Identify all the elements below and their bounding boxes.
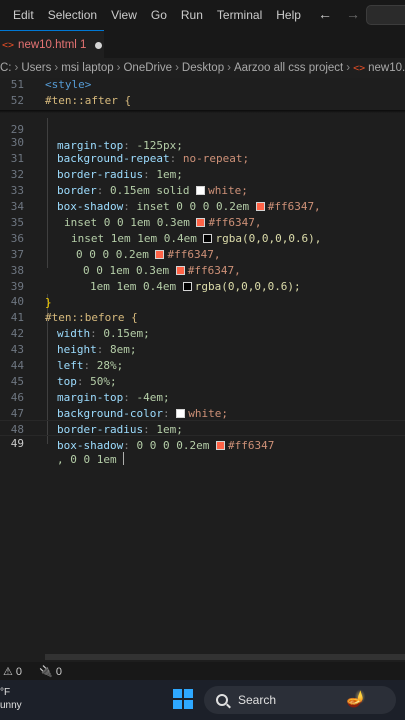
- code-line[interactable]: 40 #ten::before {: [0, 278, 405, 324]
- code-line[interactable]: 33 box-shadow: inset 0 0 0 0.2em #ff6347…: [0, 167, 405, 213]
- menu-help[interactable]: Help: [269, 8, 308, 22]
- status-bar: ⚠ 0 🔌 0: [0, 662, 405, 680]
- menu-view[interactable]: View: [104, 8, 144, 22]
- taskbar-search[interactable]: Search: [204, 686, 396, 714]
- search-icon: [216, 694, 228, 706]
- code-line[interactable]: 30 background-repeat: no-repeat;: [0, 119, 405, 165]
- chevron-right-icon: ›: [54, 62, 59, 74]
- tab-label: new10.html 1: [18, 39, 87, 51]
- breadcrumb-file[interactable]: new10.: [368, 62, 405, 74]
- arrow-left-icon[interactable]: ←: [318, 6, 332, 22]
- problems-status[interactable]: ⚠ 0: [3, 665, 22, 678]
- chevron-right-icon: ›: [14, 62, 19, 74]
- sticky-line-selector[interactable]: 52 #ten::after {: [0, 94, 405, 110]
- chevron-right-icon: ›: [175, 62, 179, 74]
- code-editor[interactable]: 51 <style> 52 #ten::after { 29 margin-to…: [0, 78, 405, 654]
- weather-widget[interactable]: °F unny: [0, 686, 22, 712]
- code-line[interactable]: 31 border-radius: 1em;: [0, 135, 405, 181]
- code-line[interactable]: 34 inset 0 0 1em 0.3em #ff6347,: [0, 183, 405, 229]
- windows-taskbar: °F unny Search 🪔: [0, 680, 405, 720]
- menu-bar: Edit Selection View Go Run Terminal Help…: [0, 0, 405, 30]
- code-line[interactable]: 41 width: 0.15em;: [0, 294, 405, 340]
- menu-terminal[interactable]: Terminal: [210, 8, 269, 22]
- horizontal-scrollbar[interactable]: [45, 654, 405, 660]
- text-cursor: [123, 452, 125, 465]
- menu-run[interactable]: Run: [174, 8, 210, 22]
- breadcrumb-users[interactable]: Users: [21, 62, 51, 74]
- sticky-code: <style>: [45, 78, 92, 91]
- ports-status[interactable]: 🔌 0: [39, 665, 62, 678]
- menu-go[interactable]: Go: [144, 8, 174, 22]
- code-line-current[interactable]: 49 , 0 0 1em: [0, 420, 405, 466]
- breadcrumb-onedrive[interactable]: OneDrive: [123, 62, 172, 74]
- menu-selection[interactable]: Selection: [41, 8, 104, 22]
- breadcrumb: C: › Users › msi laptop › OneDrive › Des…: [0, 58, 405, 78]
- html-file-icon: <>: [2, 39, 15, 51]
- sticky-shadow: [0, 110, 405, 113]
- code-line[interactable]: 37 0 0 1em 0.3em #ff6347,: [0, 231, 405, 277]
- sticky-line-style[interactable]: 51 <style>: [0, 78, 405, 94]
- arrow-right-icon[interactable]: →: [346, 6, 360, 22]
- breadcrumb-drive[interactable]: C:: [0, 62, 12, 74]
- chevron-right-icon: ›: [346, 62, 351, 74]
- diya-icon: 🪔: [346, 691, 366, 708]
- code-line[interactable]: 39 }: [0, 263, 405, 309]
- search-label: Search: [238, 693, 277, 707]
- code-line[interactable]: 32 border: 0.15em solid white;: [0, 151, 405, 197]
- color-swatch-tomato[interactable]: [215, 441, 225, 450]
- chevron-right-icon: ›: [227, 62, 231, 74]
- breadcrumb-user[interactable]: msi laptop: [61, 62, 113, 74]
- tab-new10-html[interactable]: <> new10.html 1: [0, 30, 104, 59]
- code-line[interactable]: 36 0 0 0 0.2em #ff6347,: [0, 215, 405, 261]
- unsaved-dot-icon[interactable]: [95, 41, 103, 49]
- code-line[interactable]: 45 margin-top: -4em;: [0, 358, 405, 404]
- windows-start-icon[interactable]: [173, 689, 193, 709]
- code-line[interactable]: 43 left: 28%;: [0, 326, 405, 372]
- breadcrumb-desktop[interactable]: Desktop: [182, 62, 224, 74]
- command-center-input[interactable]: [366, 5, 405, 25]
- code-line[interactable]: 46 background-color: white;: [0, 374, 405, 420]
- breadcrumb-project[interactable]: Aarzoo all css project: [234, 62, 343, 74]
- sticky-code: #ten::after {: [45, 94, 132, 107]
- tab-bar: <> new10.html 1: [0, 30, 405, 59]
- code-line[interactable]: 38 1em 1em 0.4em rgba(0,0,0,0.6);: [0, 247, 405, 293]
- code-line[interactable]: 42 height: 8em;: [0, 310, 405, 356]
- code-line[interactable]: 47 border-radius: 1em;: [0, 390, 405, 436]
- html-file-icon: <>: [353, 62, 366, 74]
- menu-edit[interactable]: Edit: [0, 8, 41, 22]
- navigation-arrows: ← →: [318, 6, 360, 22]
- code-line[interactable]: 35 inset 1em 1em 0.4em rgba(0,0,0,0.6),: [0, 199, 405, 245]
- chevron-right-icon: ›: [116, 62, 121, 74]
- code-line[interactable]: 44 top: 50%;: [0, 342, 405, 388]
